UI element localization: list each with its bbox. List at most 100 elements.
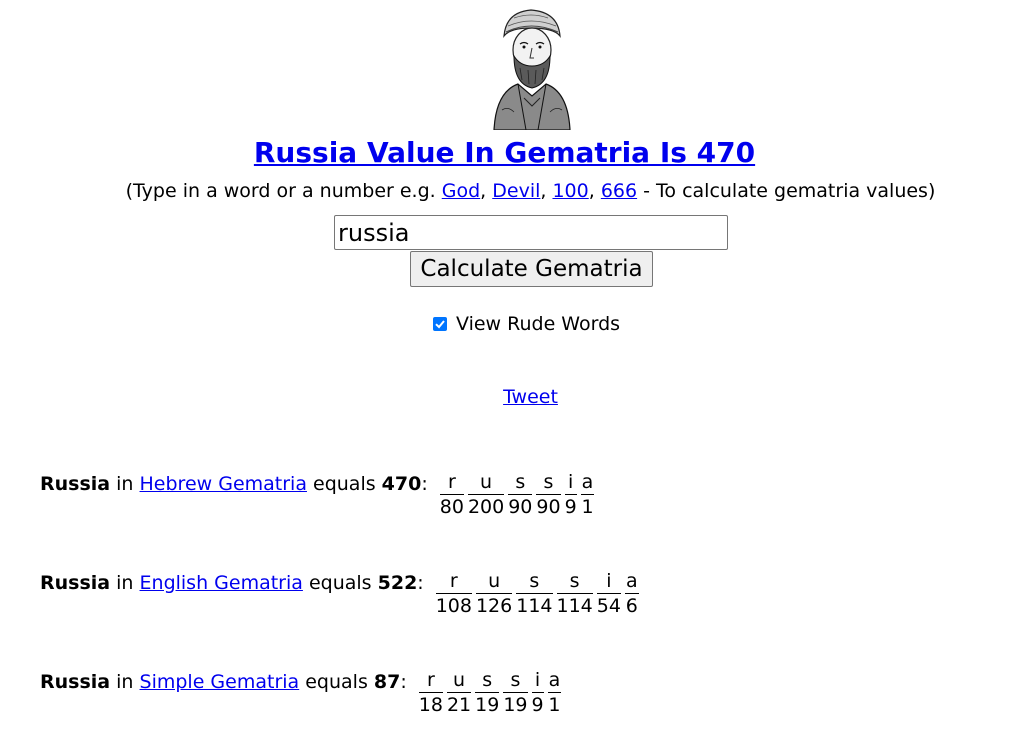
letter: u — [467, 470, 505, 495]
letter-value: 80 — [439, 496, 464, 518]
separator: , — [480, 180, 493, 202]
letter: r — [439, 470, 464, 495]
tweet-row: Tweet — [0, 386, 1009, 408]
gematria-system-link[interactable]: Hebrew Gematria — [140, 473, 307, 495]
letter-cell: s 19 — [475, 668, 500, 717]
letter-cell: i9 — [531, 668, 544, 717]
result-word: Russia — [40, 572, 111, 594]
letter-value: 9 — [531, 694, 544, 716]
letter-cell: r 18 — [418, 668, 443, 717]
result-row-simple: Russia in Simple Gematria equals 87: r 18… — [40, 668, 566, 717]
result-in: in — [110, 572, 140, 594]
result-word: Russia — [40, 473, 111, 495]
page-title[interactable]: Russia Value In Gematria Is 470 — [0, 134, 1009, 172]
letter-value: 114 — [556, 595, 593, 617]
result-in: in — [110, 671, 140, 693]
result-colon: : — [417, 572, 424, 594]
letter: s — [475, 668, 500, 693]
letter-cell: i9 — [564, 470, 577, 519]
example-link-devil[interactable]: Devil — [492, 180, 540, 202]
result-sentence: Russia in Hebrew Gematria equals 470: — [40, 472, 428, 496]
letter: i — [564, 470, 577, 495]
letter-cell: r 80 — [439, 470, 464, 519]
letter-breakdown: r 80 u 200 s 90 s 90 i9 a1 — [439, 470, 599, 519]
letter-value: 19 — [503, 694, 528, 716]
letter-cell: r 108 — [435, 569, 472, 618]
example-link-666[interactable]: 666 — [601, 180, 637, 202]
result-total: 470 — [381, 473, 422, 495]
gematria-system-link[interactable]: Simple Gematria — [140, 671, 300, 693]
maimonides-portrait-icon — [493, 9, 571, 130]
letter-value: 90 — [508, 496, 533, 518]
letter-breakdown: r 108 u 126 s 114 s 114 i 54 a6 — [435, 569, 643, 618]
result-total: 522 — [377, 572, 418, 594]
letter-cell: s 90 — [508, 470, 533, 519]
letter: s — [508, 470, 533, 495]
letter-breakdown: r 18 u 21 s 19 s 19 i9 a1 — [418, 668, 566, 717]
letter-value: 19 — [475, 694, 500, 716]
letter: r — [435, 569, 472, 594]
letter-cell: u 126 — [475, 569, 513, 618]
letter-value: 54 — [596, 595, 621, 617]
page-title-link[interactable]: Russia Value In Gematria Is 470 — [254, 136, 755, 169]
letter: i — [531, 668, 544, 693]
letter: s — [536, 470, 561, 495]
result-sentence: Russia in Simple Gematria equals 87: — [40, 670, 407, 694]
result-sentence: Russia in English Gematria equals 522: — [40, 571, 424, 595]
result-equals: equals — [306, 473, 382, 495]
tweet-link[interactable]: Tweet — [503, 386, 558, 408]
letter-cell: i 54 — [596, 569, 621, 618]
example-link-god[interactable]: God — [442, 180, 480, 202]
letter-value: 200 — [467, 496, 505, 518]
letter-cell: s 114 — [516, 569, 553, 618]
letter-value: 1 — [548, 694, 561, 716]
result-total: 87 — [373, 671, 401, 693]
result-in: in — [110, 473, 140, 495]
letter: a — [547, 669, 562, 693]
checkmark-icon — [435, 320, 445, 329]
result-equals: equals — [302, 572, 378, 594]
result-colon: : — [421, 473, 428, 495]
letter-value: 1 — [581, 496, 594, 518]
letter-cell: u 21 — [446, 668, 472, 717]
view-rude-words-checkbox[interactable] — [433, 317, 447, 331]
search-input[interactable] — [334, 215, 728, 250]
letter-cell: s 114 — [556, 569, 593, 618]
result-colon: : — [400, 671, 407, 693]
letter-cell: a1 — [580, 470, 595, 519]
instructions-suffix: - To calculate gematria values) — [637, 180, 936, 202]
result-row-english: Russia in English Gematria equals 522: r… — [40, 569, 643, 618]
letter: r — [418, 668, 443, 693]
letter-value: 21 — [446, 694, 472, 716]
letter-cell: s 19 — [503, 668, 528, 717]
letter: s — [556, 569, 593, 594]
separator: , — [540, 180, 553, 202]
letter-cell: u 200 — [467, 470, 505, 519]
letter-cell: s 90 — [536, 470, 561, 519]
letter: s — [516, 569, 553, 594]
gematria-system-link[interactable]: English Gematria — [140, 572, 303, 594]
letter-cell: a1 — [547, 668, 562, 717]
instructions: (Type in a word or a number e.g. God, De… — [0, 178, 1009, 204]
letter: u — [446, 668, 472, 693]
letter-value: 90 — [536, 496, 561, 518]
instructions-prefix: (Type in a word or a number e.g. — [125, 180, 442, 202]
letter-value: 9 — [564, 496, 577, 518]
letter: i — [596, 569, 621, 594]
view-rude-words-label: View Rude Words — [456, 313, 621, 335]
example-link-100[interactable]: 100 — [552, 180, 588, 202]
letter: u — [475, 569, 513, 594]
result-equals: equals — [299, 671, 374, 693]
letter: s — [503, 668, 528, 693]
letter-cell: a6 — [624, 569, 639, 618]
letter: a — [580, 471, 595, 495]
letter-value: 6 — [625, 595, 638, 617]
result-word: Russia — [40, 671, 111, 693]
letter-value: 114 — [516, 595, 553, 617]
view-rude-words-option[interactable]: View Rude Words — [432, 312, 620, 336]
calculate-gematria-button[interactable]: Calculate Gematria — [410, 251, 653, 287]
letter-value: 18 — [418, 694, 443, 716]
separator: , — [588, 180, 601, 202]
letter: a — [624, 570, 639, 594]
letter-value: 108 — [435, 595, 472, 617]
